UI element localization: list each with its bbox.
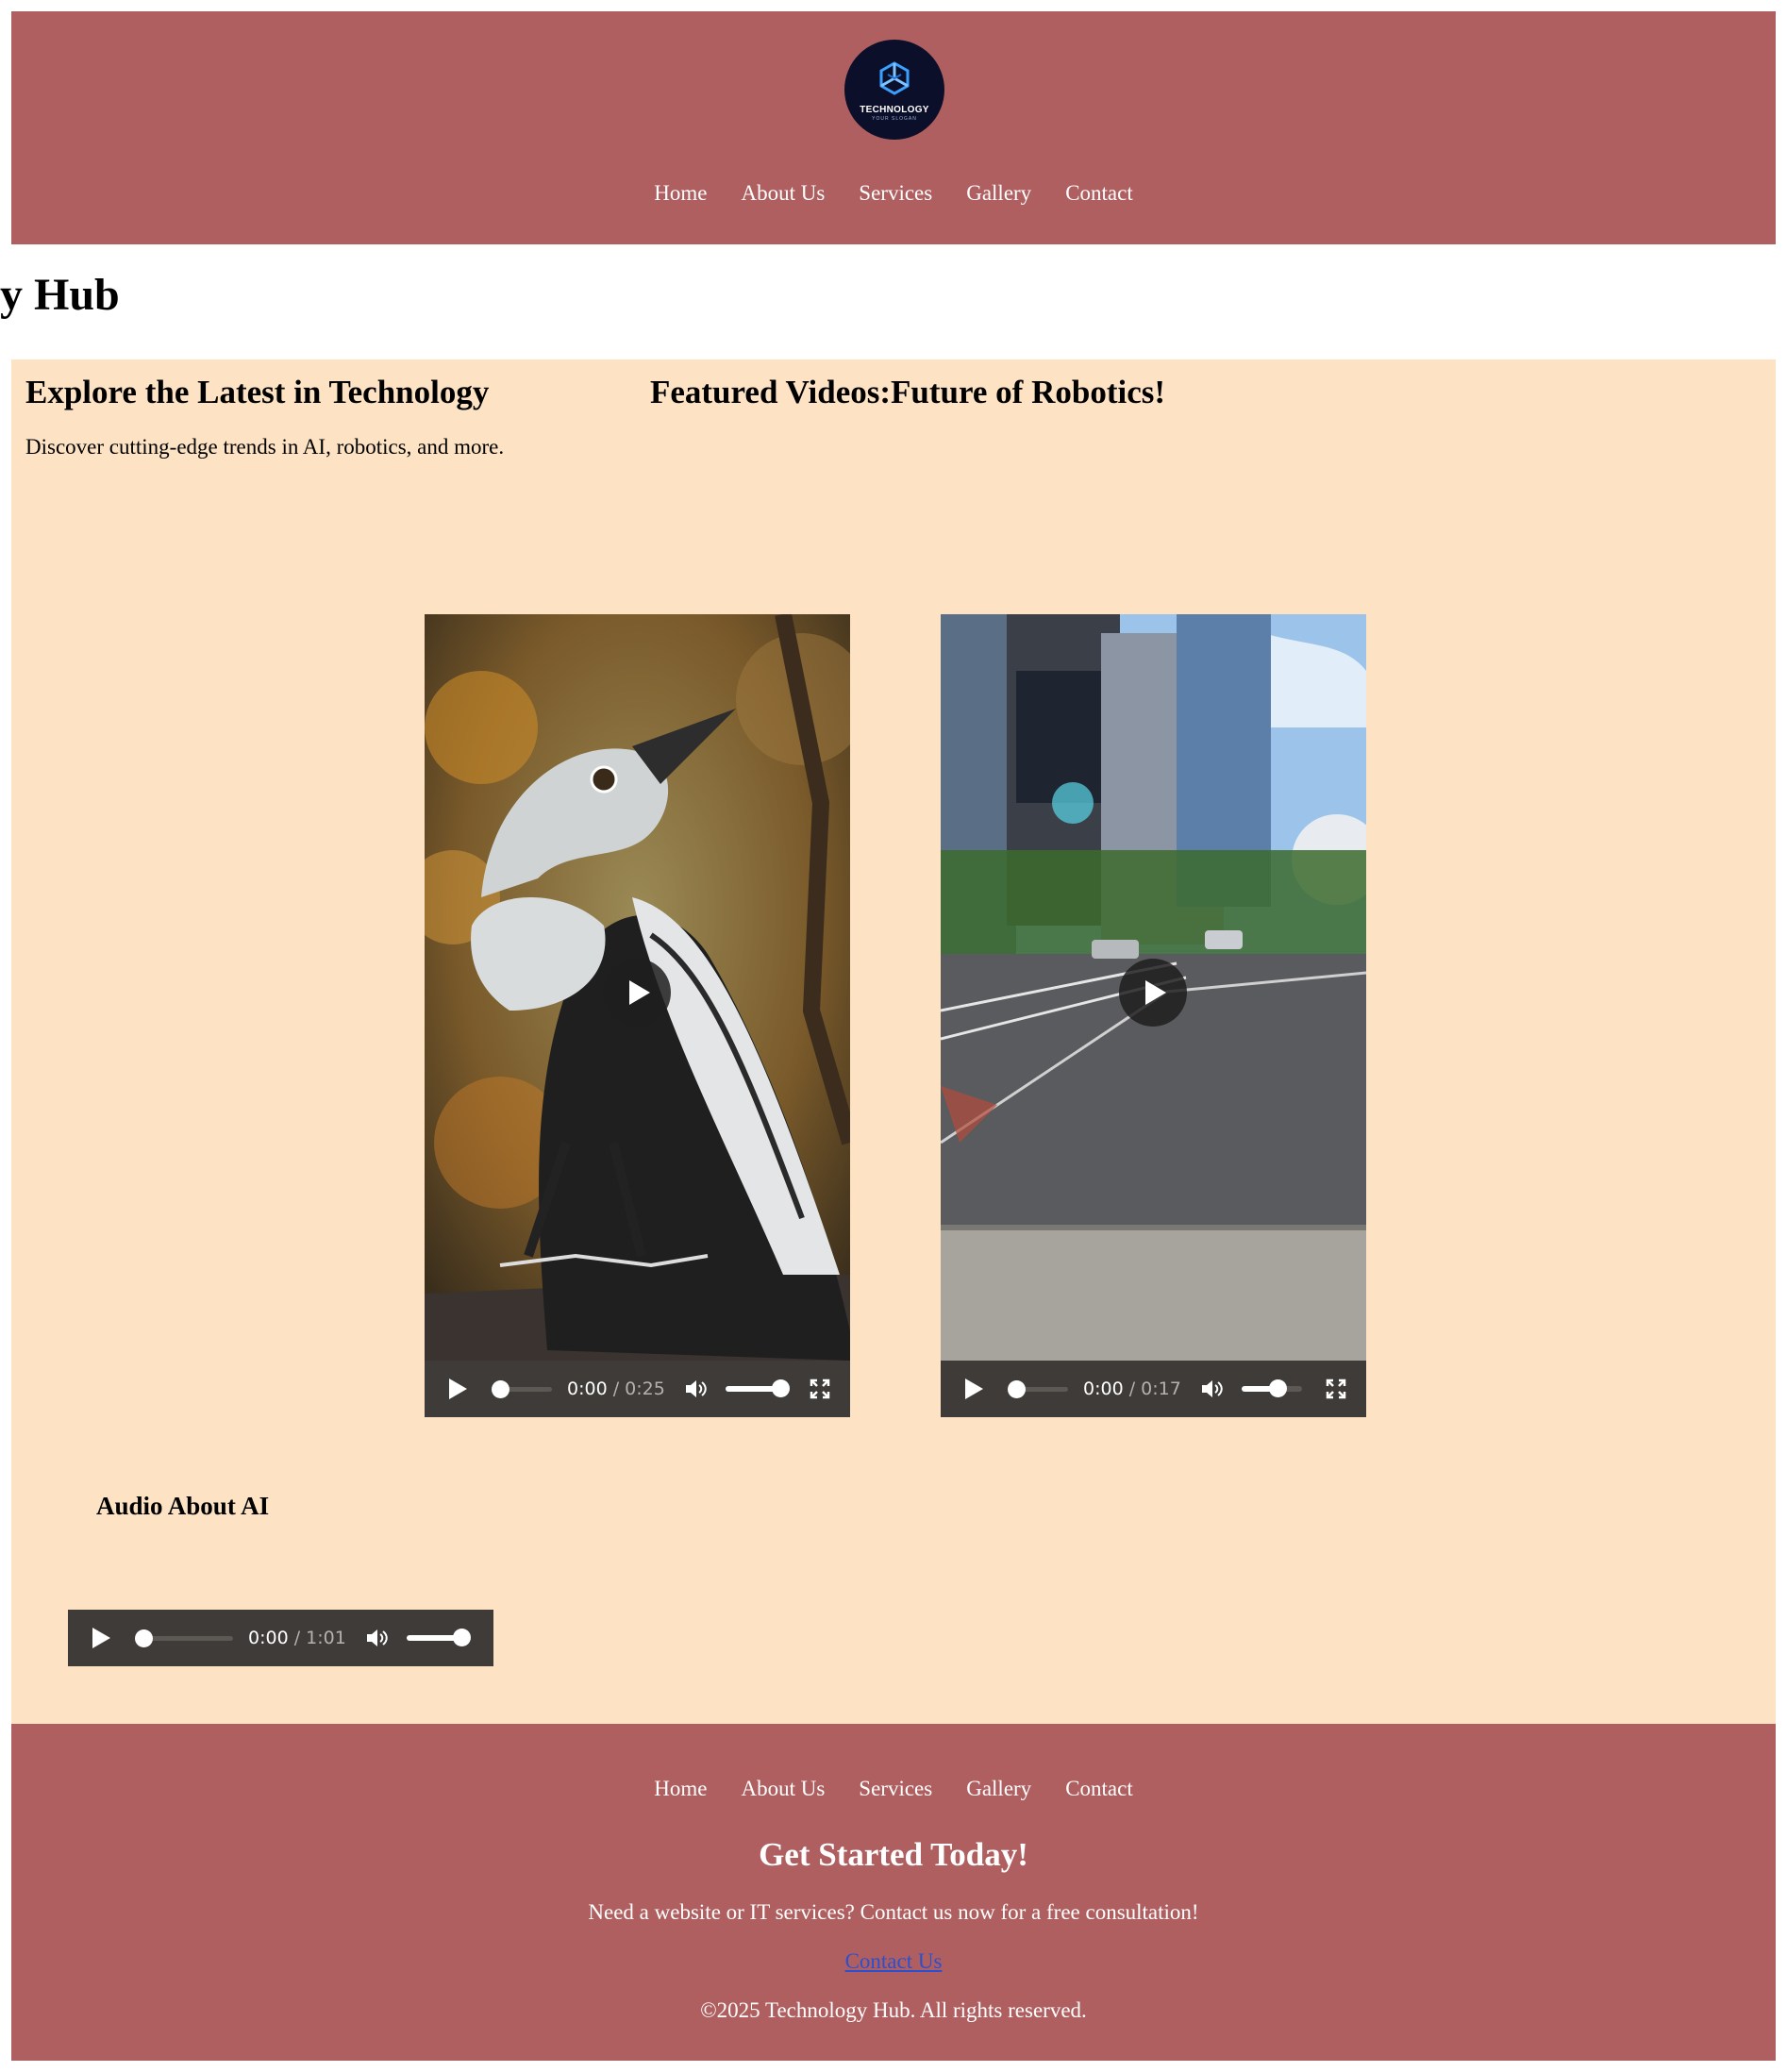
video-1-volume-icon[interactable] <box>684 1378 709 1400</box>
nav-about-us[interactable]: About Us <box>741 181 825 206</box>
footer-nav-gallery[interactable]: Gallery <box>966 1777 1031 1801</box>
footer-nav-about-us[interactable]: About Us <box>741 1777 825 1801</box>
video-2-volume-knob[interactable] <box>1269 1379 1288 1397</box>
nav-gallery[interactable]: Gallery <box>966 181 1031 206</box>
audio-controls: 0:00 / 1:01 <box>68 1610 493 1666</box>
audio-play-button[interactable] <box>92 1628 110 1648</box>
site-header: TECHNOLOGY YOUR SLOGAN Home About Us Ser… <box>11 11 1776 244</box>
video-2-play-button[interactable] <box>965 1379 983 1399</box>
video-1-controls: 0:00 / 0:25 <box>425 1361 850 1417</box>
video-1-seek-knob[interactable] <box>492 1379 509 1398</box>
logo[interactable]: TECHNOLOGY YOUR SLOGAN <box>844 40 944 140</box>
site-footer: Home About Us Services Gallery Contact G… <box>11 1724 1776 2061</box>
video-2-fullscreen-icon[interactable] <box>1325 1378 1347 1400</box>
video-1-volume-knob[interactable] <box>771 1379 790 1397</box>
audio-seek-knob[interactable] <box>135 1629 153 1647</box>
audio-time: 0:00 / 1:01 <box>248 1628 346 1648</box>
logo-text: TECHNOLOGY <box>860 105 929 115</box>
video-player-city-street[interactable]: 0:00 / 0:17 <box>941 614 1366 1417</box>
site-title: gy Hub <box>0 270 120 320</box>
main-section: Explore the Latest in Technology Discove… <box>11 359 1776 1724</box>
video-1-duration: 0:25 <box>625 1379 665 1399</box>
video-2-seek-knob[interactable] <box>1008 1379 1026 1398</box>
audio-volume-slider[interactable] <box>406 1629 471 1646</box>
copyright: ©2025 Technology Hub. All rights reserve… <box>700 1998 1087 2022</box>
video-1-volume-slider[interactable] <box>725 1379 790 1397</box>
video-2-big-play-button[interactable] <box>1119 959 1187 1027</box>
audio-duration: 1:01 <box>306 1628 346 1648</box>
audio-volume-icon[interactable] <box>365 1627 390 1649</box>
logo-slogan: YOUR SLOGAN <box>872 116 917 122</box>
audio-heading: Audio About AI <box>96 1492 270 1520</box>
video-1-time: 0:00 / 0:25 <box>567 1379 665 1399</box>
video-2-current-time: 0:00 <box>1083 1379 1124 1399</box>
logo-cube-icon <box>879 61 910 95</box>
footer-nav-contact[interactable]: Contact <box>1065 1777 1133 1801</box>
audio-current-time: 0:00 <box>248 1628 289 1648</box>
nav-home[interactable]: Home <box>654 181 707 206</box>
video-player-robot-bird[interactable]: 0:00 / 0:25 <box>425 614 850 1417</box>
video-1-seek-bar[interactable] <box>492 1379 552 1398</box>
video-2-controls: 0:00 / 0:17 <box>941 1361 1366 1417</box>
video-1-current-time: 0:00 <box>567 1379 608 1399</box>
contact-us-link[interactable]: Contact Us <box>845 1949 943 1973</box>
footer-nav-services[interactable]: Services <box>859 1777 932 1801</box>
video-2-volume-slider[interactable] <box>1241 1379 1302 1397</box>
video-1-play-button[interactable] <box>449 1379 467 1399</box>
footer-nav: Home About Us Services Gallery Contact <box>11 1777 1776 1801</box>
video-2-time: 0:00 / 0:17 <box>1083 1379 1181 1399</box>
featured-videos-heading: Featured Videos:Future of Robotics! <box>649 374 1166 410</box>
video-1-big-play-button[interactable] <box>603 959 671 1027</box>
header-nav: Home About Us Services Gallery Contact <box>11 181 1776 206</box>
nav-services[interactable]: Services <box>859 181 932 206</box>
footer-nav-home[interactable]: Home <box>654 1777 707 1801</box>
footer-heading: Get Started Today! <box>759 1836 1028 1873</box>
footer-contact-link-wrapper: Contact Us <box>11 1949 1776 1974</box>
video-1-fullscreen-icon[interactable] <box>809 1378 831 1400</box>
section-lead: Discover cutting-edge trends in AI, robo… <box>25 435 505 459</box>
video-2-duration: 0:17 <box>1141 1379 1181 1399</box>
nav-contact[interactable]: Contact <box>1065 181 1133 206</box>
video-2-seek-bar[interactable] <box>1008 1379 1068 1398</box>
video-2-volume-icon[interactable] <box>1200 1378 1225 1400</box>
footer-cta-text: Need a website or IT services? Contact u… <box>588 1900 1199 1924</box>
audio-seek-bar[interactable] <box>135 1629 233 1647</box>
audio-player[interactable]: 0:00 / 1:01 <box>68 1610 493 1666</box>
audio-volume-knob[interactable] <box>452 1629 471 1646</box>
